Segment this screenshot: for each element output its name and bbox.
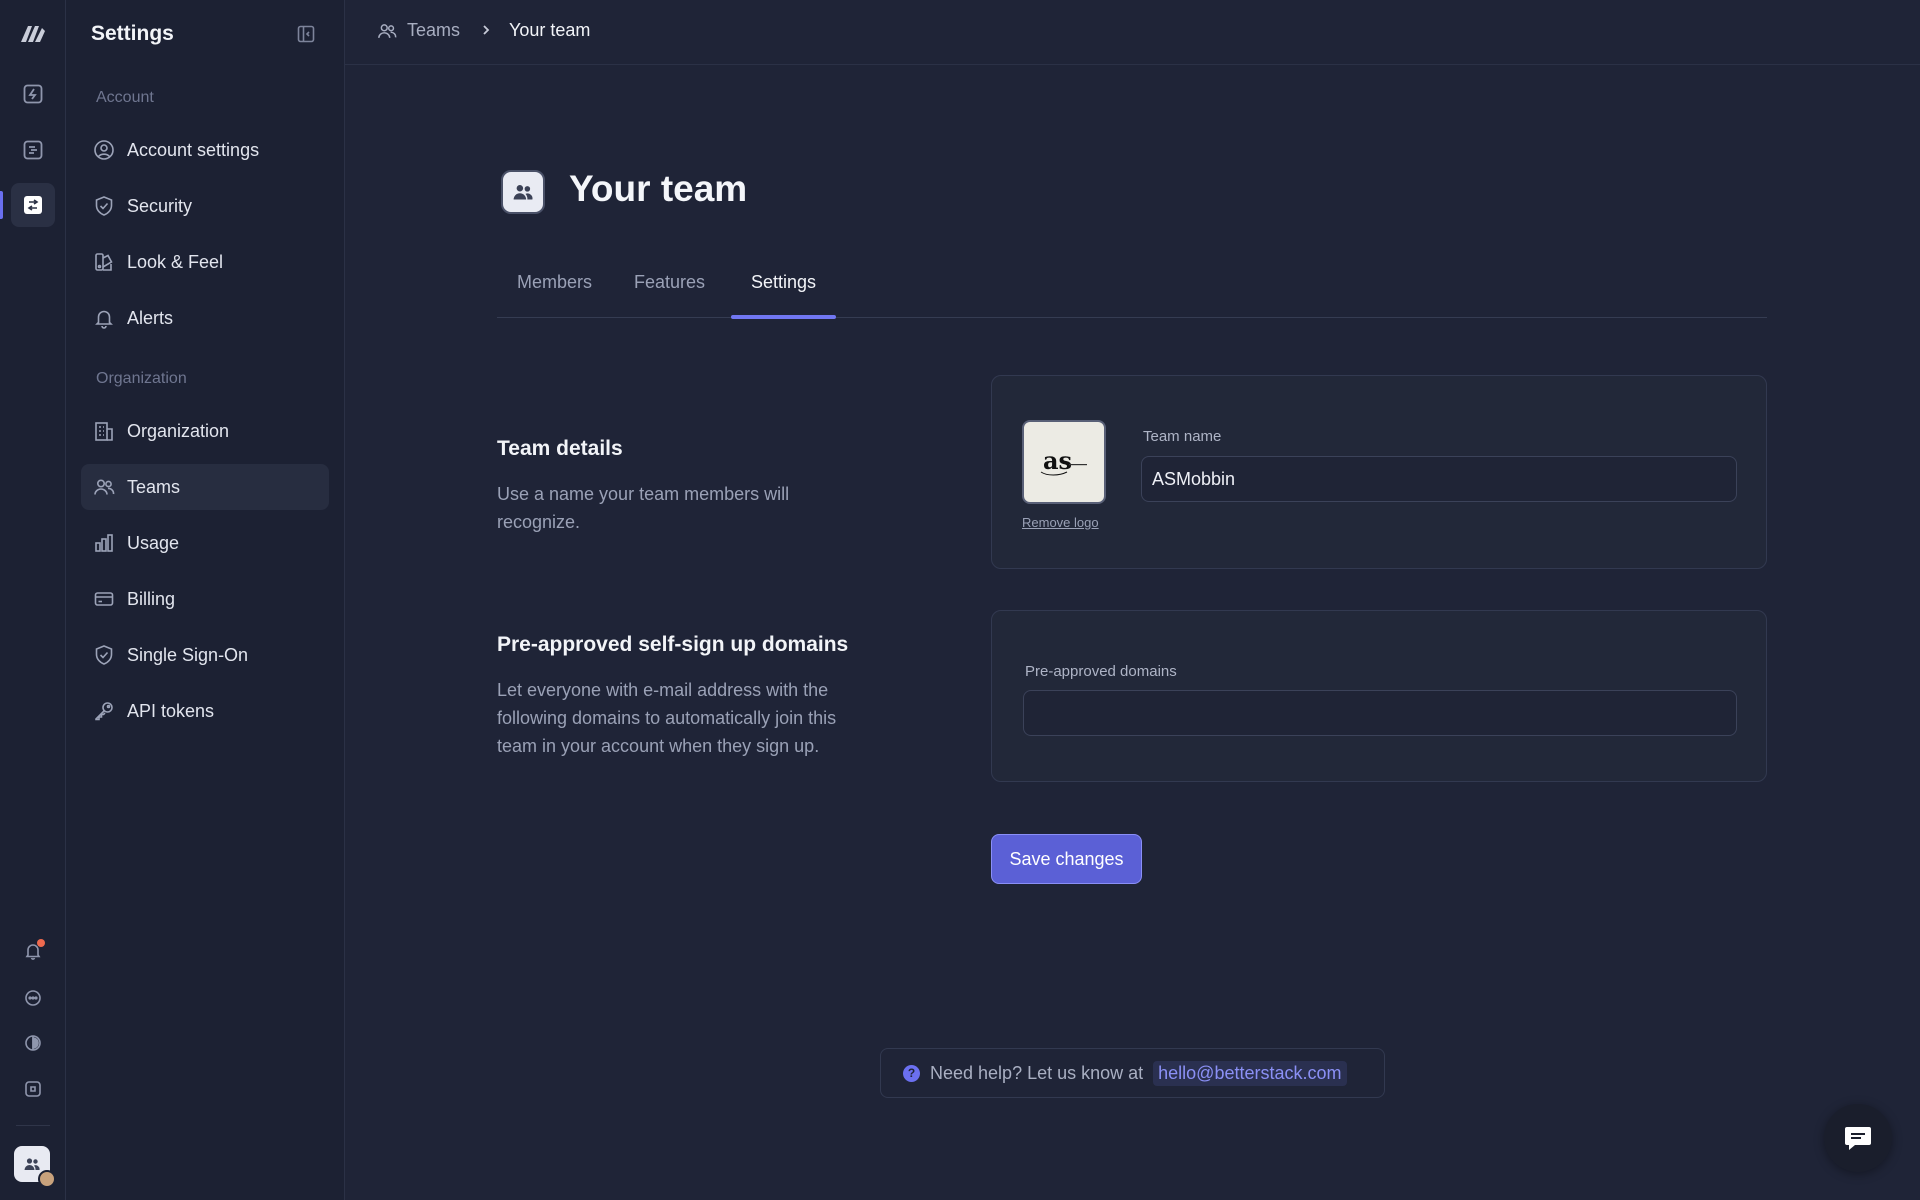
- sidebar-item-label: Alerts: [127, 307, 174, 328]
- sidebar-item-label: Billing: [127, 588, 176, 609]
- sidebar-item-label: API tokens: [127, 700, 215, 721]
- domains-description: Let everyone with e-mail address with th…: [497, 680, 837, 756]
- user-circle-icon: [93, 139, 115, 161]
- users-icon: [377, 21, 397, 41]
- team-details-description: Use a name your team members will recogn…: [497, 484, 790, 532]
- domains-title: Pre-approved self-sign up domains: [497, 633, 849, 656]
- chevron-right-icon: [480, 23, 492, 37]
- sidebar-item-single-sign-on[interactable]: Single Sign-On: [81, 632, 329, 678]
- domains-input[interactable]: [1023, 690, 1737, 736]
- tab-members[interactable]: Members: [497, 272, 612, 318]
- tab-features[interactable]: Features: [614, 272, 725, 318]
- breadcrumb-current: Your team: [509, 20, 591, 40]
- users-icon: [93, 476, 115, 498]
- top-bar: Teams Your team: [345, 0, 1920, 65]
- sidebar-title: Settings: [91, 22, 174, 45]
- rail-divider: [16, 1125, 50, 1126]
- svg-text:as: as: [1043, 446, 1072, 475]
- help-banner: ? Need help? Let us know at hello@better…: [880, 1048, 1385, 1098]
- shield-check-icon: [93, 644, 115, 666]
- team-name-label: Team name: [1143, 428, 1222, 445]
- breadcrumb-teams[interactable]: Teams: [377, 20, 460, 41]
- credit-card-icon: [93, 588, 115, 610]
- theme-toggle-icon[interactable]: [11, 1021, 55, 1065]
- team-name-input[interactable]: [1141, 456, 1737, 502]
- bar-chart-icon: [93, 532, 115, 554]
- key-icon: [93, 700, 115, 722]
- sidebar-item-billing[interactable]: Billing: [81, 576, 329, 622]
- sidebar-item-label: Usage: [127, 532, 180, 553]
- help-text: Need help? Let us know at: [930, 1062, 1144, 1083]
- user-avatar: [38, 1170, 56, 1188]
- save-changes-button[interactable]: Save changes: [991, 834, 1142, 884]
- section-label-account: Account: [96, 89, 154, 106]
- question-icon: ?: [903, 1064, 920, 1082]
- sidebar-item-label: Single Sign-On: [127, 644, 249, 665]
- remove-logo-link[interactable]: Remove logo: [1022, 515, 1099, 530]
- sidebar-item-api-tokens[interactable]: API tokens: [81, 688, 329, 734]
- sidebar-item-label: Security: [127, 195, 193, 216]
- collapse-sidebar-icon[interactable]: [296, 24, 316, 44]
- domains-card: Pre-approved domains: [991, 610, 1767, 782]
- help-email-link[interactable]: hello@betterstack.com: [1153, 1060, 1347, 1086]
- sidebar-item-label: Organization: [127, 420, 230, 441]
- sidebar-item-label: Look & Feel: [127, 251, 224, 272]
- settings-rail-icon[interactable]: [11, 183, 55, 227]
- command-icon[interactable]: [11, 1067, 55, 1111]
- building-icon: [93, 420, 115, 442]
- sidebar-item-teams[interactable]: Teams: [81, 464, 329, 510]
- tab-settings[interactable]: Settings: [731, 272, 837, 319]
- sidebar-item-usage[interactable]: Usage: [81, 520, 329, 566]
- team-details-title: Team details: [497, 437, 623, 460]
- breadcrumb-teams-label: Teams: [407, 20, 461, 40]
- uptime-icon[interactable]: [11, 72, 55, 116]
- sidebar-item-organization[interactable]: Organization: [81, 408, 329, 454]
- settings-sidebar: Settings Account Account settings Securi…: [66, 0, 345, 1200]
- sidebar-item-label: Account settings: [127, 139, 260, 160]
- active-indicator: [0, 191, 3, 219]
- sidebar-item-account-settings[interactable]: Account settings: [81, 127, 329, 173]
- sidebar-item-label: Teams: [127, 476, 181, 497]
- notifications-icon[interactable]: [11, 929, 55, 973]
- team-details-card: as Remove logo Team name: [991, 375, 1767, 569]
- sidebar-item-security[interactable]: Security: [81, 183, 329, 229]
- tab-bar: Members Features Settings: [497, 270, 1767, 319]
- notification-dot: [37, 939, 45, 947]
- chat-widget-button[interactable]: [1824, 1104, 1892, 1172]
- team-logo[interactable]: as: [1022, 420, 1106, 504]
- team-avatar[interactable]: [14, 1146, 56, 1188]
- team-icon: [501, 170, 545, 214]
- bell-icon: [93, 307, 115, 329]
- logs-icon[interactable]: [11, 128, 55, 172]
- icon-rail: [0, 0, 66, 1200]
- chat-bubble-icon[interactable]: [11, 976, 55, 1020]
- sidebar-item-alerts[interactable]: Alerts: [81, 295, 329, 341]
- domains-label: Pre-approved domains: [1025, 663, 1177, 680]
- sidebar-item-look-and-feel[interactable]: Look & Feel: [81, 239, 329, 285]
- section-label-organization: Organization: [96, 370, 187, 387]
- palette-icon: [93, 251, 115, 273]
- shield-icon: [93, 195, 115, 217]
- logo-icon[interactable]: [11, 11, 55, 55]
- page-title: Your team: [569, 168, 748, 209]
